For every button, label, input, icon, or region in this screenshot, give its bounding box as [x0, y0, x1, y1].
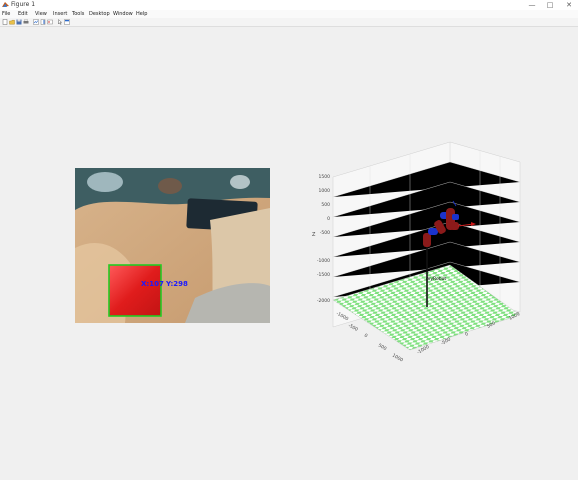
x-tick: -500 — [347, 323, 359, 333]
x-tick: 1000 — [391, 353, 404, 364]
link-plot-icon[interactable] — [33, 19, 39, 25]
z-tick: -1000 — [317, 258, 330, 264]
x-tick: 500 — [377, 343, 388, 353]
new-figure-icon[interactable] — [2, 19, 8, 25]
matlab-figure-icon — [2, 2, 9, 7]
insert-colorbar-icon[interactable] — [40, 19, 46, 25]
robot-label: myRobot — [426, 276, 446, 282]
menu-edit[interactable]: Edit — [18, 10, 28, 18]
z-tick: 1500 — [319, 174, 331, 180]
x-tick: 0 — [363, 333, 369, 340]
z-tick: -500 — [320, 230, 330, 236]
menu-tools[interactable]: Tools — [72, 10, 84, 18]
figure-toolbar — [0, 18, 578, 27]
property-editor-icon[interactable] — [64, 19, 70, 25]
menu-file[interactable]: File — [2, 10, 10, 18]
z-tick: 500 — [321, 202, 330, 208]
z-axis-label: Z — [312, 232, 316, 238]
print-icon[interactable] — [23, 19, 29, 25]
close-button[interactable]: ✕ — [560, 0, 578, 10]
background-object — [158, 178, 182, 194]
menu-bar: File Edit View Insert Tools Desktop Wind… — [0, 10, 578, 18]
y-coordinate-label: Y:298 — [165, 280, 188, 288]
window-title: Figure 1 — [11, 1, 36, 8]
maximize-button[interactable]: □ — [541, 0, 559, 10]
z-tick: -1500 — [317, 272, 330, 278]
robot-link-1 — [423, 233, 431, 247]
background-object — [87, 172, 123, 192]
menu-desktop[interactable]: Desktop — [89, 10, 110, 18]
menu-insert[interactable]: Insert — [53, 10, 67, 18]
save-icon[interactable] — [16, 19, 22, 25]
pointer-icon[interactable] — [57, 19, 63, 25]
open-file-icon[interactable] — [9, 19, 15, 25]
camera-image-axes: X:107 Y:298 — [75, 168, 270, 323]
robot-joint-1 — [428, 228, 438, 235]
robot-3d-axes: 1500 1000 500 0 -500 -1000 -1500 -2000 Z… — [312, 141, 521, 364]
red-target-object — [109, 265, 161, 316]
z-tick: 0 — [327, 216, 330, 222]
z-ticks: 1500 1000 500 0 -500 -1000 -1500 -2000 — [317, 174, 330, 304]
menu-help[interactable]: Help — [136, 10, 147, 18]
minimize-button[interactable]: — — [523, 0, 541, 10]
z-tick: 1000 — [319, 188, 331, 194]
z-tick: -2000 — [317, 298, 330, 304]
background-object — [230, 175, 250, 189]
menu-window[interactable]: Window — [113, 10, 133, 18]
x-coordinate-label: X:107 — [141, 280, 164, 288]
menu-view[interactable]: View — [35, 10, 47, 18]
robot-wrist — [450, 222, 459, 230]
insert-legend-icon[interactable] — [47, 19, 53, 25]
robot-joint-3 — [452, 214, 459, 220]
